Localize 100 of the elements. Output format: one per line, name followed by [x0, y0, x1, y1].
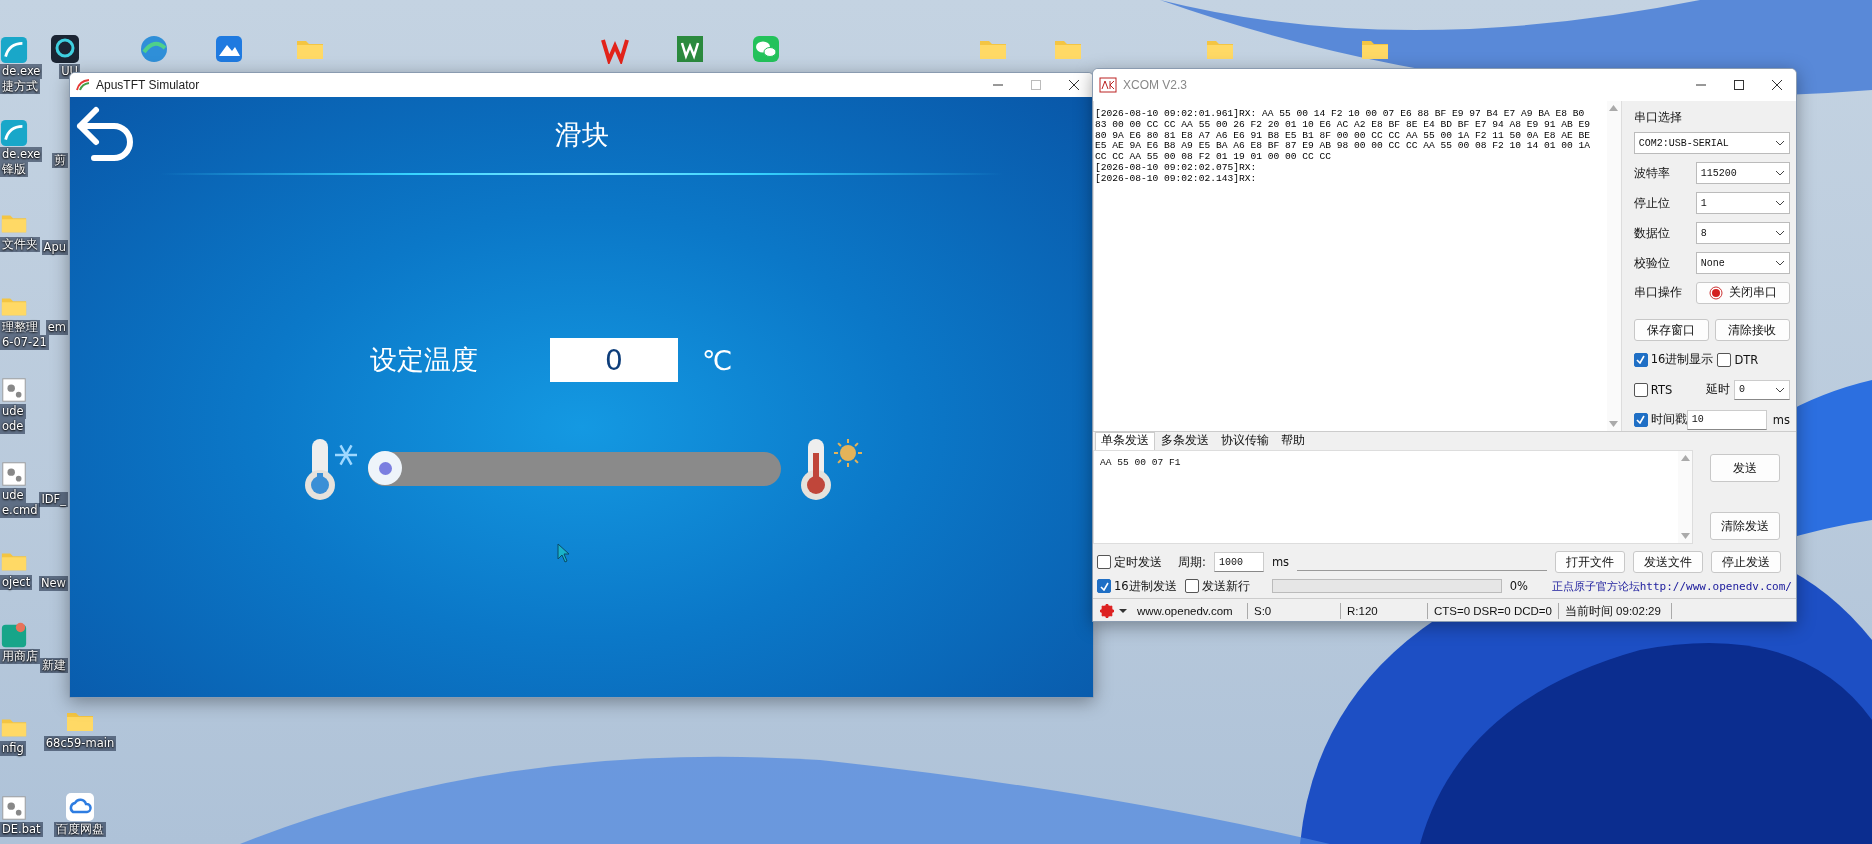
file-button[interactable]: 打开文件 — [1555, 551, 1626, 573]
log-line: [2026-08-10 09:02:01.961]RX: AA 55 00 14 F2 10 00 07 E6 88 BF E9 97 B4 E7 A9 BA E8 B0 — [1095, 109, 1586, 120]
tab[interactable]: 帮助 — [1275, 432, 1311, 450]
hex-send-checkbox[interactable]: 16进制发送 — [1097, 578, 1177, 594]
status-text: www.openedv.com — [1131, 603, 1248, 619]
settings-icon[interactable] — [1099, 603, 1115, 619]
chevron-down-icon[interactable] — [1775, 260, 1785, 266]
icon-label: ude — [0, 488, 26, 503]
send-button[interactable]: 发送 — [1709, 454, 1780, 482]
close-port-button[interactable]: 关闭串口 — [1695, 281, 1790, 304]
icon-label: ode — [0, 419, 26, 434]
tab[interactable]: 协议传输 — [1215, 432, 1275, 450]
close-icon[interactable] — [1069, 80, 1079, 90]
file-button[interactable]: 停止发送 — [1711, 551, 1782, 573]
store-icon[interactable] — [0, 621, 28, 649]
icon-label: DE.bat — [0, 822, 43, 837]
log-line: E5 AE 9A E6 B8 A9 E5 BA A6 E8 BF 87 E9 AB 98 00 00 CC CC AA 55 00 08 F2 10 14 01 00 1A — [1095, 141, 1592, 153]
send-button[interactable]: 清除发送 — [1709, 512, 1780, 540]
caret-icon[interactable] — [1119, 608, 1127, 614]
timestamp-checkbox[interactable]: 时间戳 — [1633, 412, 1687, 428]
dropdown[interactable]: 115200 — [1695, 162, 1790, 185]
log-line: [2026-08-10 09:02:02.075]RX: — [1095, 163, 1258, 174]
unit-label: ms — [1271, 555, 1290, 569]
icon-label: 剪 — [52, 153, 68, 168]
interval-field[interactable]: 10 — [1686, 409, 1767, 430]
icon-label: 锋版 — [0, 162, 28, 177]
chevron-down-icon[interactable] — [1775, 170, 1785, 177]
window-title: ApusTFT Simulator — [96, 78, 200, 92]
log-line: 80 9A E6 80 81 E8 A7 A6 E6 91 B8 E5 B1 8F 00 00 CC CC AA 55 00 1A F2 11 50 0A E8 AE BE — [1095, 130, 1592, 142]
window-title: XCOM V2.3 — [1123, 78, 1188, 92]
log-line: [2026-08-10 09:02:02.143]RX: — [1095, 173, 1258, 185]
status-text: S:0 — [1248, 603, 1341, 619]
dtr-checkbox[interactable]: DTR — [1717, 352, 1759, 367]
unit-label: ℃ — [702, 344, 733, 376]
delay-label: 延时 — [1706, 382, 1730, 398]
chevron-down-icon[interactable] — [1775, 230, 1785, 237]
tab[interactable]: 单条发送 — [1095, 432, 1155, 450]
status-text: R:120 — [1341, 603, 1428, 619]
hex-display-checkbox[interactable]: 16进制显示 — [1633, 352, 1714, 368]
tab[interactable]: 多条发送 — [1155, 432, 1215, 450]
browser-icon[interactable] — [139, 34, 169, 64]
timed-send-checkbox[interactable]: 定时发送 — [1097, 554, 1162, 570]
setting-label: 设定温度 — [370, 343, 479, 377]
period-label: 周期: — [1178, 554, 1206, 570]
settings-file-icon[interactable] — [0, 376, 28, 404]
app-logo-icon — [1099, 77, 1117, 93]
app-logo-icon — [76, 79, 90, 91]
icon-label: 68c59-main — [43, 736, 117, 751]
icon-label: 文件夹 — [0, 237, 40, 252]
unit-label: ms — [1772, 412, 1790, 427]
panel-button[interactable]: 保存窗口 — [1633, 319, 1709, 342]
scroll-up-icon[interactable] — [1609, 105, 1619, 111]
chevron-down-icon[interactable] — [1775, 386, 1785, 393]
app-icon[interactable] — [50, 34, 80, 64]
document-app-icon[interactable] — [675, 34, 705, 64]
icon-label: 新建 — [40, 658, 68, 673]
field-label: 数据位 — [1633, 224, 1671, 242]
chevron-down-icon[interactable] — [1775, 140, 1785, 147]
dropdown[interactable]: 8 — [1695, 222, 1790, 245]
rts-checkbox[interactable]: RTS — [1633, 382, 1673, 397]
slider-thumb[interactable] — [368, 451, 402, 485]
icon-label: ude — [0, 404, 26, 419]
icon-label: Apu — [41, 240, 68, 255]
chat-app-icon[interactable] — [751, 34, 781, 64]
cloud-icon[interactable] — [65, 792, 95, 822]
panel-button[interactable]: 清除接收 — [1714, 319, 1790, 342]
field-label: 停止位 — [1633, 194, 1671, 212]
log-line: CC CC AA 55 00 08 F2 01 19 01 00 00 CC CC — [1095, 152, 1333, 163]
icon-label: 6-07-21 — [0, 335, 49, 350]
field-label: 串口操作 — [1633, 284, 1683, 302]
send-newline-checkbox[interactable]: 发送新行 — [1184, 578, 1250, 594]
close-icon[interactable] — [1772, 80, 1782, 90]
dropdown[interactable]: 1 — [1695, 192, 1790, 215]
maximize-icon[interactable] — [1734, 80, 1744, 90]
forum-link[interactable]: 正点原子官方论坛http://www.openedv.com/ — [1551, 578, 1792, 594]
file-button[interactable]: 发送文件 — [1633, 551, 1704, 573]
chevron-down-icon[interactable] — [1775, 200, 1785, 207]
section-label: 串口选择 — [1633, 109, 1683, 125]
settings-file-icon[interactable] — [0, 794, 28, 822]
scroll-up-icon[interactable] — [1680, 455, 1690, 461]
delay-field[interactable]: 0 — [1734, 379, 1790, 400]
log-line: 83 00 00 CC CC AA 55 00 26 F2 20 01 10 E6 AC A2 E8 BF 8E E4 BD BF E7 94 A8 E9 91 AB E9 — [1095, 119, 1592, 131]
icon-label: de.exe — [0, 64, 43, 79]
scroll-down-icon[interactable] — [1609, 421, 1619, 427]
icon-label: de.exe — [0, 147, 43, 162]
send-input[interactable]: AA 55 00 07 F1 — [1093, 450, 1693, 544]
field-label: 波特率 — [1633, 164, 1671, 182]
checkmark-icon — [1636, 355, 1646, 365]
slider-track[interactable] — [368, 452, 781, 486]
dropdown[interactable]: None — [1695, 252, 1790, 274]
temperature-value-field[interactable]: 0 — [550, 338, 678, 382]
period-field[interactable]: 1000 — [1213, 552, 1264, 572]
settings-file-icon[interactable] — [0, 460, 28, 488]
progress-reading: 0% — [1509, 579, 1528, 593]
field-label: 校验位 — [1633, 254, 1671, 272]
icon-label: New — [38, 576, 68, 591]
status-text: CTS=0 DSR=0 DCD=0 — [1428, 603, 1559, 619]
port-select[interactable]: COM2:USB-SERIAL — [1633, 132, 1790, 155]
scroll-down-icon[interactable] — [1680, 533, 1690, 539]
checkmark-icon — [1099, 581, 1109, 591]
